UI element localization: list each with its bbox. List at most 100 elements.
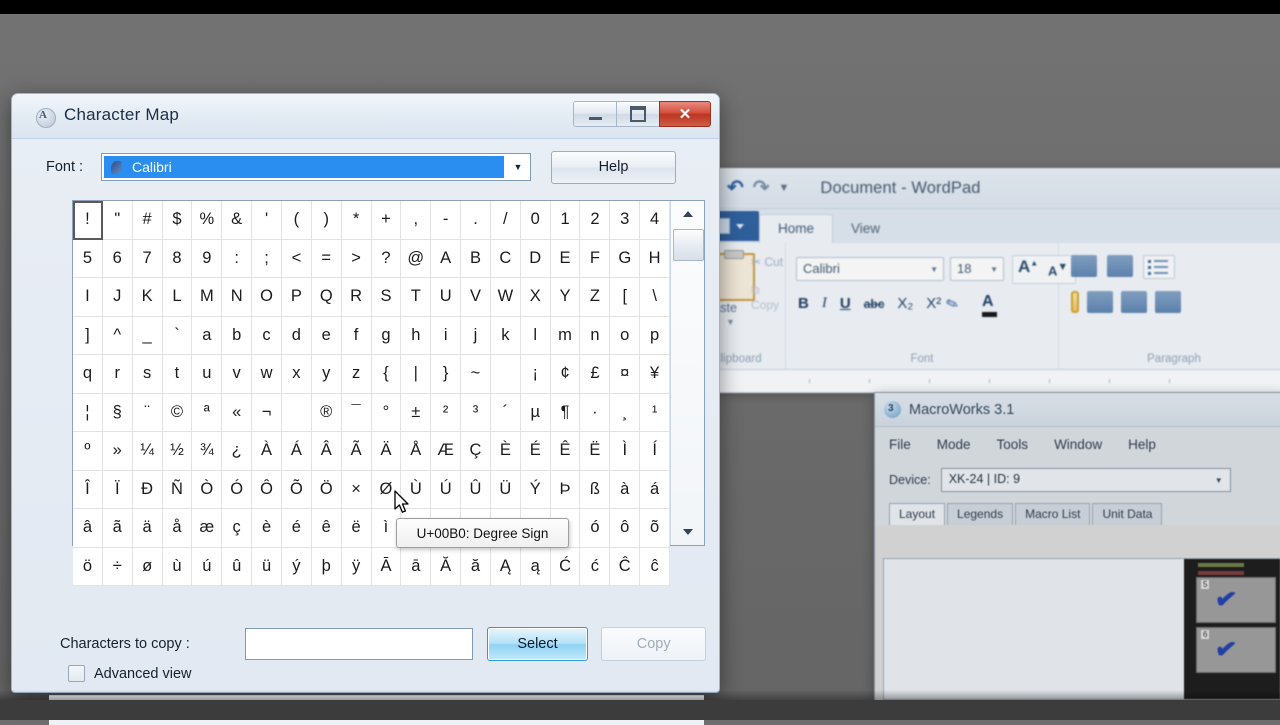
device-select[interactable]: XK-24 | ID: 9 ▼ <box>940 468 1231 492</box>
character-cell[interactable]: æ <box>192 509 223 548</box>
character-cell[interactable]: R <box>341 278 372 317</box>
macroworks-titlebar[interactable]: MacroWorks 3.1 <box>875 393 1280 427</box>
character-cell[interactable]: µ <box>520 393 551 432</box>
character-cell[interactable]: © <box>162 393 193 432</box>
character-cell[interactable]: ! <box>73 201 103 240</box>
keypad-key[interactable]: 6 ✔ <box>1196 627 1276 673</box>
character-cell[interactable]: / <box>490 201 521 240</box>
character-cell[interactable]: ô <box>610 509 641 548</box>
character-cell[interactable]: ² <box>431 393 462 432</box>
character-cell[interactable]: ] <box>73 316 103 355</box>
character-cell[interactable]: { <box>371 355 402 394</box>
select-button[interactable]: Select <box>486 627 589 661</box>
character-cell[interactable]: ; <box>252 239 282 278</box>
character-cell[interactable]: f <box>341 316 372 355</box>
advanced-view-checkbox[interactable] <box>68 665 85 682</box>
character-cell[interactable]: > <box>341 239 372 278</box>
character-cell[interactable]: Ö <box>311 470 342 509</box>
character-cell[interactable]: é <box>281 509 312 548</box>
character-cell[interactable]: = <box>311 239 342 278</box>
maximize-button[interactable] <box>616 101 660 127</box>
character-cell[interactable]: õ <box>640 509 671 548</box>
character-cell[interactable]: h <box>401 316 432 355</box>
menu-window[interactable]: Window <box>1054 437 1102 452</box>
character-cell[interactable]: G <box>610 239 641 278</box>
character-cell[interactable]: ¢ <box>550 355 581 394</box>
character-cell[interactable]: c <box>252 316 282 355</box>
character-cell[interactable]: s <box>132 355 163 394</box>
character-cell[interactable]: . <box>461 201 491 240</box>
character-cell[interactable]: ¹ <box>640 393 671 432</box>
character-cell[interactable]: Æ <box>431 432 462 471</box>
character-cell[interactable]: W <box>490 278 521 317</box>
copy-button[interactable]: ⧉ Copy <box>751 283 785 312</box>
menu-tools[interactable]: Tools <box>997 437 1029 452</box>
wordpad-tabstrip[interactable]: Home View <box>689 209 1280 243</box>
character-cell[interactable]: Ć <box>550 547 581 586</box>
character-cell[interactable]: _ <box>132 316 163 355</box>
character-cell[interactable]: ā <box>401 547 432 586</box>
character-cell[interactable]: ö <box>73 547 103 586</box>
character-cell[interactable]: } <box>431 355 462 394</box>
characters-to-copy-input[interactable] <box>245 628 473 660</box>
character-cell[interactable]: « <box>222 393 253 432</box>
character-cell[interactable]: è <box>252 509 282 548</box>
character-cell[interactable]: [ <box>610 278 641 317</box>
character-cell[interactable]: X <box>520 278 551 317</box>
character-cell[interactable]: â <box>73 509 103 548</box>
character-cell[interactable]: É <box>520 432 551 471</box>
character-cell[interactable]: # <box>132 201 163 240</box>
character-cell[interactable]: k <box>490 316 521 355</box>
character-cell[interactable]: ã <box>102 509 133 548</box>
character-cell[interactable]: ó <box>580 509 611 548</box>
character-cell[interactable]: ­ <box>281 393 312 432</box>
cut-button[interactable]: ✂ Cut <box>751 255 783 269</box>
chevron-down-icon[interactable]: ▼ <box>506 154 530 180</box>
character-cell[interactable]: M <box>192 278 223 317</box>
character-cell[interactable]: ¾ <box>192 432 223 471</box>
font-family-combobox[interactable]: Calibri ▼ <box>796 257 944 281</box>
character-cell[interactable]: à <box>610 470 641 509</box>
character-cell[interactable]: þ <box>311 547 342 586</box>
character-cell[interactable]: ) <box>311 201 342 240</box>
character-cell[interactable]: o <box>610 316 641 355</box>
character-cell[interactable]: × <box>341 470 372 509</box>
character-cell[interactable]: ù <box>162 547 193 586</box>
font-selected-item[interactable]: Calibri <box>104 156 504 178</box>
character-cell[interactable]: ë <box>341 509 372 548</box>
character-cell[interactable]: Ü <box>490 470 521 509</box>
character-cell[interactable]: á <box>640 470 671 509</box>
character-cell[interactable]: Z <box>580 278 611 317</box>
subscript-button[interactable]: X₂ <box>897 295 913 312</box>
macroworks-tabstrip[interactable]: Layout Legends Macro List Unit Data <box>875 499 1280 525</box>
grow-font-button[interactable]: A▲ <box>1018 257 1038 277</box>
character-cell[interactable]: · <box>580 393 611 432</box>
character-cell[interactable]: O <box>252 278 282 317</box>
character-grid-scrollbar[interactable] <box>670 201 705 545</box>
character-cell[interactable]: Ã <box>341 432 372 471</box>
character-cell[interactable]: ( <box>281 201 312 240</box>
character-cell[interactable]: Ç <box>461 432 491 471</box>
character-cell[interactable]: x <box>281 355 312 394</box>
character-cell[interactable]: ´ <box>490 393 521 432</box>
character-cell[interactable]: L <box>162 278 193 317</box>
character-cell[interactable]: ć <box>580 547 611 586</box>
character-cell[interactable]: º <box>73 432 103 471</box>
character-cell[interactable]: < <box>281 239 312 278</box>
character-cell[interactable]: ^ <box>102 316 133 355</box>
macroworks-menubar[interactable]: File Mode Tools Window Help <box>875 427 1280 461</box>
help-button[interactable]: Help <box>551 150 676 184</box>
tab-legends[interactable]: Legends <box>947 503 1014 525</box>
character-cell[interactable]: ¿ <box>222 432 253 471</box>
tab-view[interactable]: View <box>833 215 898 243</box>
character-cell[interactable]: N <box>222 278 253 317</box>
character-cell[interactable]: Ý <box>520 470 551 509</box>
character-cell[interactable]: % <box>192 201 223 240</box>
character-cell[interactable]: l <box>520 316 551 355</box>
character-cell[interactable]: n <box>580 316 611 355</box>
character-cell[interactable]: ¸ <box>610 393 641 432</box>
character-cell[interactable]: V <box>461 278 491 317</box>
strikethrough-button[interactable]: abc <box>864 297 885 311</box>
character-cell[interactable]: + <box>371 201 402 240</box>
character-cell[interactable]: ú <box>192 547 223 586</box>
